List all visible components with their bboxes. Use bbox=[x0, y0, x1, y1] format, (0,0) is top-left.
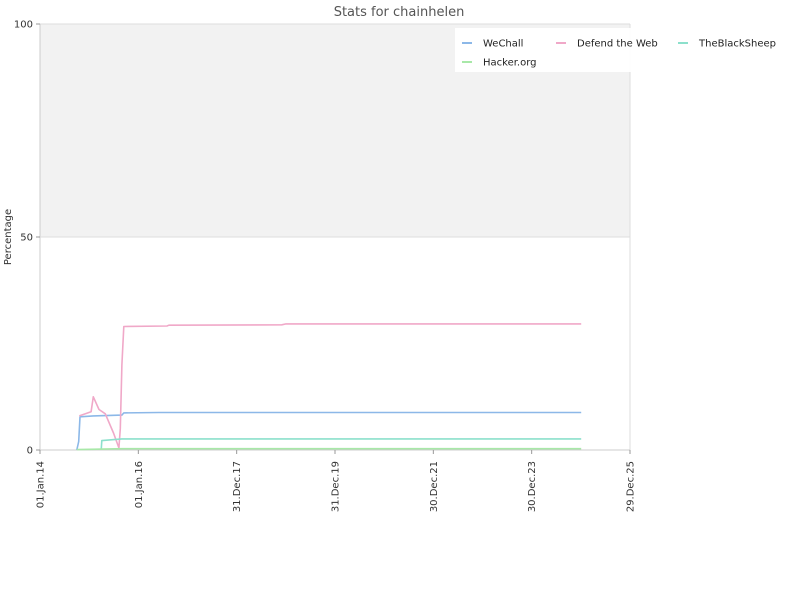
legend-label-hacker-org: Hacker.org bbox=[483, 58, 537, 69]
series-line-defend-the-web bbox=[79, 323, 582, 449]
x-tick-label-5: 30.Dec.23 bbox=[527, 461, 538, 512]
y-axis-label: Percentage bbox=[3, 209, 14, 265]
legend: WeChall Defend the Web TheBlackSheep Hacker… bbox=[455, 28, 780, 72]
y-tick-label-100: 100 bbox=[14, 20, 33, 31]
x-tick-label-0: 01.Jan.14 bbox=[36, 461, 47, 508]
y-tick-label-0: 0 bbox=[27, 446, 33, 457]
x-tick-label-2: 31.Dec.17 bbox=[232, 461, 243, 512]
line-chart: Stats for chainhelen Percentage 0 50 100 01… bbox=[3, 5, 780, 513]
series-line-theblacksheep bbox=[100, 438, 582, 449]
x-tick-label-4: 30.Dec.21 bbox=[429, 461, 440, 512]
chart-title: Stats for chainhelen bbox=[334, 5, 465, 20]
x-tick-label-1: 01.Jan.16 bbox=[134, 461, 145, 508]
chart-container: Stats for chainhelen Percentage 0 50 100 01… bbox=[0, 0, 800, 600]
y-tick-label-50: 50 bbox=[20, 233, 33, 244]
legend-label-theblacksheep: TheBlackSheep bbox=[698, 39, 776, 50]
plot-area: 0 50 100 01.Jan.14 01.Jan.16 31.Dec.17 31.Dec.… bbox=[14, 20, 637, 513]
series-line-hacker-org bbox=[76, 447, 582, 451]
series-line-wechall bbox=[76, 411, 582, 451]
x-tick-label-6: 29.Dec.25 bbox=[626, 461, 637, 512]
x-tick-label-3: 31.Dec.19 bbox=[331, 461, 342, 512]
legend-label-wechall: WeChall bbox=[483, 39, 523, 50]
legend-label-defend-the-web: Defend the Web bbox=[577, 39, 658, 50]
